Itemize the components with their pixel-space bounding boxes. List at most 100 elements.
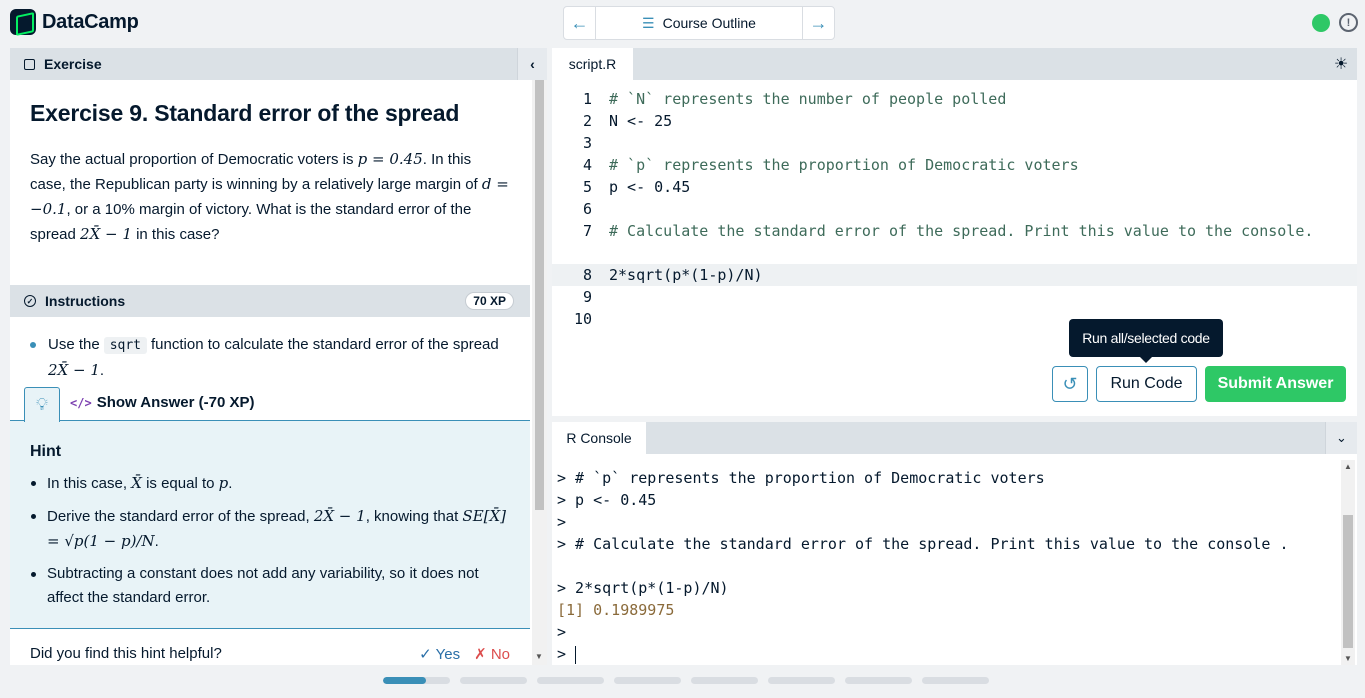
code-text: # `N` represents the number of people po… xyxy=(609,90,1007,108)
inline-code: sqrt xyxy=(103,337,148,354)
code-line[interactable]: 1 # `N` represents the number of people p… xyxy=(552,88,1357,110)
run-code-tooltip: Run all/selected code xyxy=(1069,319,1223,363)
scroll-down-icon[interactable]: ▼ xyxy=(535,652,543,661)
hint-panel: Hint In this case, X̄ is equal to p. Der… xyxy=(10,421,530,629)
exercise-header-label: Exercise xyxy=(44,56,102,72)
hint-tabs: 💡︎ </> Show Answer (-70 XP) xyxy=(10,387,530,422)
progress-segment[interactable] xyxy=(922,677,989,684)
scrollbar-thumb[interactable] xyxy=(1343,515,1353,648)
theme-toggle-icon[interactable]: ☀ xyxy=(1325,48,1357,80)
course-progress xyxy=(383,677,989,684)
console-line: > 2*sqrt(p*(1-p)/N) xyxy=(557,579,729,597)
r-console-tab[interactable]: R Console xyxy=(552,422,646,454)
progress-segment[interactable] xyxy=(768,677,835,684)
scroll-up-icon[interactable]: ▲ xyxy=(1344,462,1352,471)
code-line[interactable]: 5 p <- 0.45 xyxy=(552,176,1357,198)
code-line[interactable]: 10 xyxy=(552,308,1357,330)
submit-answer-button[interactable]: Submit Answer xyxy=(1205,366,1346,402)
course-outline-button[interactable]: ☰ Course Outline xyxy=(596,7,802,39)
instruction-item: Use the sqrt function to calculate the sta… xyxy=(30,333,510,383)
code-line[interactable]: 3 xyxy=(552,132,1357,154)
console-line: > # Calculate the standard error of the … xyxy=(557,535,1289,553)
script-tab[interactable]: script.R xyxy=(552,48,633,80)
hint-feedback: Did you find this hint helpful? ✓ Yes ✗ … xyxy=(10,629,530,663)
line-number: 1 xyxy=(582,90,592,108)
progress-segment[interactable] xyxy=(460,677,527,684)
hint-no-button[interactable]: ✗ No xyxy=(474,645,510,663)
progress-segment[interactable] xyxy=(537,677,604,684)
hint-item: Subtracting a constant does not add any … xyxy=(30,562,510,610)
exercise-scrollbar[interactable]: ▼ xyxy=(532,80,547,665)
connection-status-icon[interactable] xyxy=(1312,14,1330,32)
console-prompt[interactable]: > xyxy=(552,643,1357,665)
math-spread: 2X̄ − 1 xyxy=(80,225,132,243)
brand-name: DataCamp xyxy=(42,10,139,33)
line-number: 4 xyxy=(582,156,592,174)
code-line[interactable]: 4 # `p` represents the proportion of Demo… xyxy=(552,154,1357,176)
datacamp-logo-icon xyxy=(10,9,36,35)
code-text: # `p` represents the proportion of Democ… xyxy=(609,156,1079,174)
line-number: 7 xyxy=(582,222,592,240)
line-number: 3 xyxy=(582,134,592,152)
code-line[interactable]: 2 N <- 25 xyxy=(552,110,1357,132)
chevron-left-icon: ‹ xyxy=(530,56,535,72)
console-line: > xyxy=(557,623,567,641)
progress-segment[interactable] xyxy=(845,677,912,684)
console-output[interactable]: > # `p` represents the proportion of Dem… xyxy=(552,454,1357,665)
console-line: > p <- 0.45 xyxy=(557,491,657,509)
collapse-pane-button[interactable]: ‹ xyxy=(517,48,547,80)
console-line: [1] 0.1989975 xyxy=(557,601,675,619)
collapse-console-button[interactable]: ⌄ xyxy=(1325,422,1357,454)
code-text: # Calculate the standard error of the sp… xyxy=(609,222,1314,240)
arrow-left-icon: ← xyxy=(570,12,589,33)
progress-segment[interactable] xyxy=(383,677,450,684)
progress-fill xyxy=(383,677,426,684)
scrollbar-thumb[interactable] xyxy=(535,80,544,510)
scroll-down-icon[interactable]: ▼ xyxy=(1344,654,1352,663)
console-scrollbar[interactable]: ▲ ▼ xyxy=(1341,460,1355,665)
exercise-pane: Exercise ‹ Exercise 9. Standard error of… xyxy=(10,48,547,665)
exercise-header: Exercise ‹ xyxy=(10,48,547,80)
code-line[interactable]: 7 # Calculate the standard error of the s… xyxy=(552,220,1357,264)
exercise-description: Say the actual proportion of Democratic … xyxy=(30,150,509,243)
line-number: 9 xyxy=(582,288,592,306)
bullet-icon xyxy=(31,572,36,577)
course-navigation: ← ☰ Course Outline → xyxy=(563,6,835,40)
editor-tabs: script.R ☀ xyxy=(552,48,1357,80)
line-number: 8 xyxy=(582,266,592,284)
previous-exercise-button[interactable]: ← xyxy=(564,7,596,39)
course-outline-label: Course Outline xyxy=(662,15,756,31)
line-number: 6 xyxy=(582,200,592,218)
progress-segment[interactable] xyxy=(614,677,681,684)
text-cursor xyxy=(575,645,577,664)
math-p: p = 0.45 xyxy=(357,150,423,168)
show-answer-button[interactable]: </> Show Answer (-70 XP) xyxy=(70,394,255,411)
reset-code-button[interactable]: ↺ xyxy=(1052,366,1088,402)
code-line[interactable]: 6 xyxy=(552,198,1357,220)
arrow-right-icon: → xyxy=(809,12,828,33)
next-exercise-button[interactable]: → xyxy=(802,7,834,39)
code-text: N <- 25 xyxy=(609,112,673,130)
code-line[interactable]: 8 2*sqrt(p*(1-p)/N) xyxy=(552,264,1357,286)
code-lines[interactable]: 1 # `N` represents the number of people p… xyxy=(552,80,1357,330)
top-bar: DataCamp ← ☰ Course Outline → ! xyxy=(0,0,1365,46)
run-code-button[interactable]: Run Code xyxy=(1096,366,1197,402)
bullet-icon xyxy=(31,514,36,519)
code-line[interactable]: 9 xyxy=(552,286,1357,308)
document-icon xyxy=(24,58,35,70)
reset-icon: ↺ xyxy=(1062,373,1078,394)
line-number: 2 xyxy=(582,112,592,130)
code-icon: </> xyxy=(70,395,92,410)
hint-tab[interactable]: 💡︎ xyxy=(24,387,60,422)
exercise-title: Exercise 9. Standard error of the spread xyxy=(30,100,460,126)
console-line: > # `p` represents the proportion of Dem… xyxy=(557,469,1045,487)
bullet-icon xyxy=(30,342,36,348)
line-number: 10 xyxy=(573,310,592,328)
progress-segment[interactable] xyxy=(691,677,758,684)
hint-title: Hint xyxy=(30,443,62,460)
code-editor: script.R ☀ 1 # `N` represents the number … xyxy=(552,48,1357,416)
datacamp-logo[interactable]: DataCamp xyxy=(10,9,139,35)
r-console: R Console ⌄ > # `p` represents the propo… xyxy=(552,422,1357,665)
hint-yes-button[interactable]: ✓ Yes xyxy=(419,645,460,663)
report-issue-icon[interactable]: ! xyxy=(1339,13,1358,32)
